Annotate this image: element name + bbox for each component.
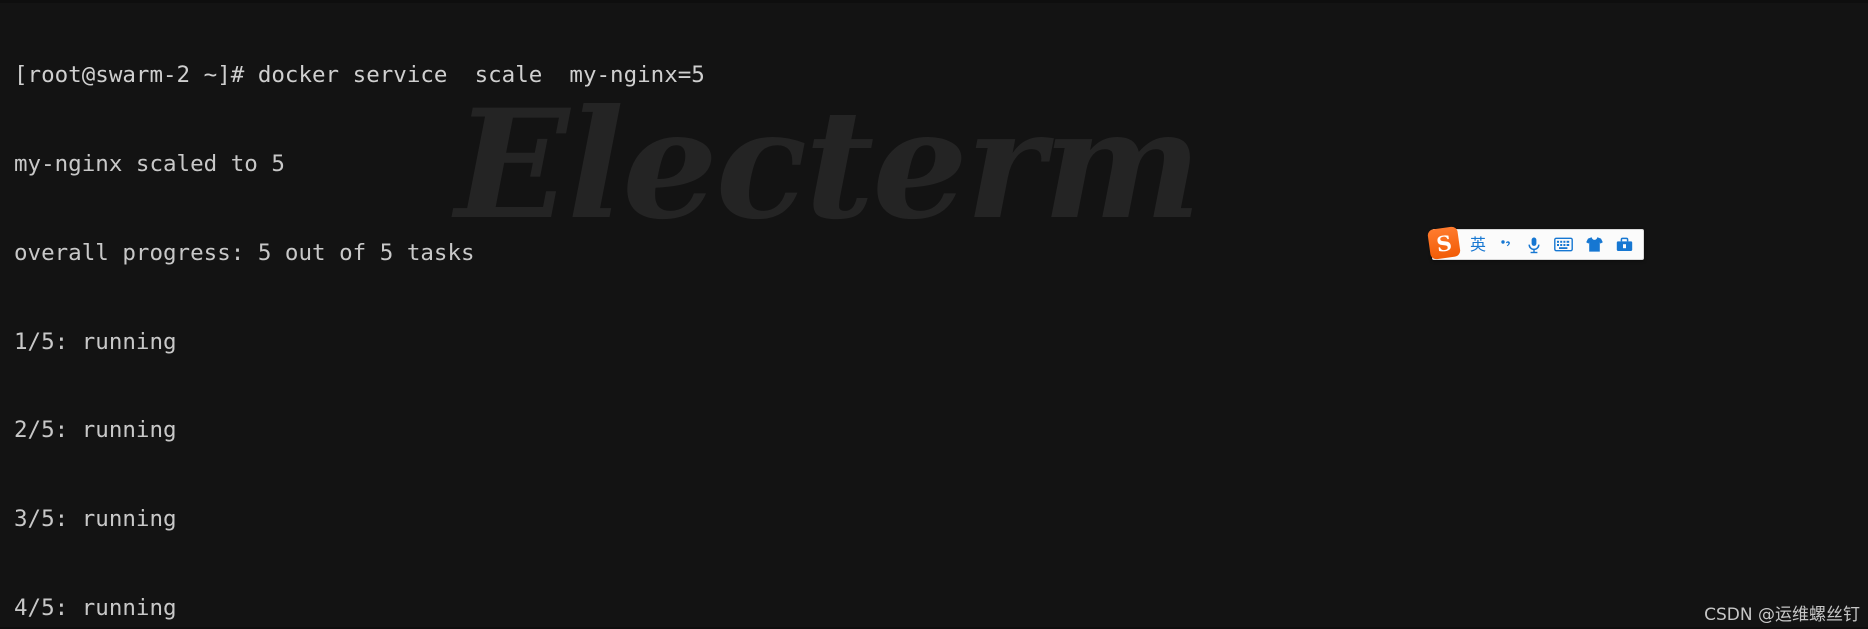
voice-input-icon[interactable] [1520, 236, 1548, 254]
punctuation-mode-icon[interactable] [1492, 237, 1520, 253]
window-top-edge [0, 0, 1868, 3]
soft-keyboard-icon[interactable] [1548, 237, 1579, 252]
terminal-line: 2/5: running [14, 417, 218, 444]
terminal-screen[interactable]: [root@swarm-2 ~]# docker service scale m… [0, 0, 1868, 629]
sogou-ime-toolbar[interactable]: S 英 [1427, 226, 1645, 260]
language-mode-indicator[interactable]: 英 [1464, 236, 1492, 253]
csdn-watermark: CSDN @运维螺丝钉 [1704, 605, 1860, 625]
skin-theme-icon[interactable] [1579, 236, 1610, 253]
terminal-line: 1/5: running [14, 328, 218, 355]
toolbox-icon[interactable] [1610, 237, 1639, 252]
sogou-logo-icon[interactable]: S [1427, 226, 1461, 260]
terminal-window[interactable]: Electerm [root@swarm-2 ~]# docker servic… [0, 0, 1868, 629]
terminal-line: [root@swarm-2 ~]# docker service scale m… [14, 62, 705, 89]
terminal-line: 4/5: running [14, 594, 218, 621]
terminal-line: 3/5: running [14, 506, 218, 533]
terminal-line: my-nginx scaled to 5 [14, 150, 285, 177]
